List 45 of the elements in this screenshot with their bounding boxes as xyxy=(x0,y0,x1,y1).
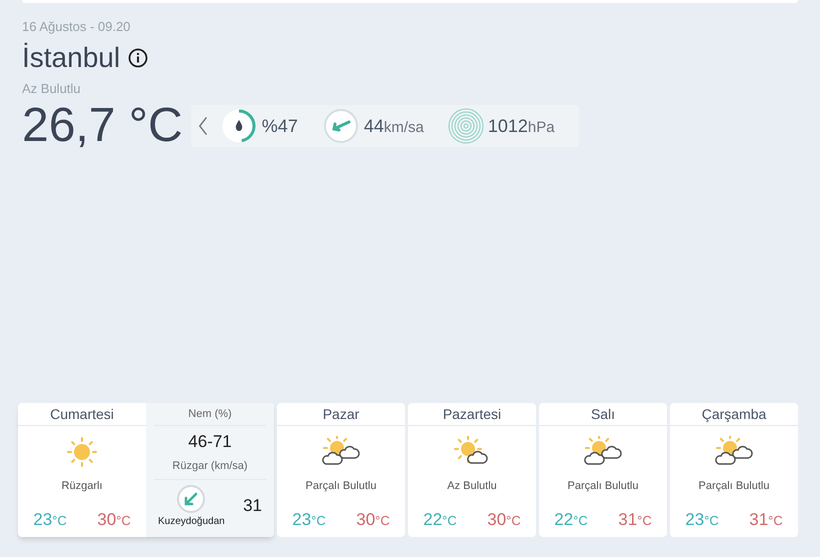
condition-text: Parçalı Bulutlu xyxy=(306,479,376,494)
date-time: 16 Ağustos - 09.20 xyxy=(22,18,132,36)
pressure-icon xyxy=(448,108,484,144)
wind-direction: Kuzeydoğudan xyxy=(158,514,225,528)
info-icon[interactable] xyxy=(128,48,148,68)
high-temperature: 30°C xyxy=(356,508,390,530)
condition-text: Parçalı Bulutlu xyxy=(568,479,638,494)
wind-speed: 31 xyxy=(243,495,262,518)
forecast-card[interactable]: Salı Parçalı Bulutlu 22°C 31°C xyxy=(539,403,667,537)
high-temperature: 31°C xyxy=(618,508,652,530)
wind-label: Rüzgar (km/sa) xyxy=(172,459,248,474)
sun-clouds-icon xyxy=(583,436,623,468)
humidity-label: Nem (%) xyxy=(188,407,232,422)
wind-direction-icon xyxy=(322,107,360,145)
day-name: Çarşamba xyxy=(670,403,798,426)
metric-value: 44km/sa xyxy=(364,114,424,138)
sun-clouds-icon xyxy=(714,436,754,468)
day-name: Pazartesi xyxy=(408,403,536,426)
condition-text: Parçalı Bulutlu xyxy=(698,479,770,494)
humidity-gauge-icon xyxy=(220,107,258,145)
city-name: İstanbul xyxy=(22,40,120,74)
day-name: Salı xyxy=(539,403,667,426)
metric-value: 1012hPa xyxy=(488,114,555,138)
forecast-card[interactable]: Çarşamba Parçalı Bulutlu 23°C 31°C xyxy=(670,403,798,537)
wind-direction-icon xyxy=(176,484,206,514)
low-temperature: 23°C xyxy=(33,508,67,530)
forecast-card[interactable]: Pazartesi Az Bulutlu 22°C 30°C xyxy=(408,403,536,537)
day-name: Pazar xyxy=(277,403,405,426)
low-temperature: 23°C xyxy=(292,508,326,530)
low-temperature: 23°C xyxy=(685,508,719,530)
condition-text: Az Bulutlu xyxy=(22,80,82,98)
high-temperature: 31°C xyxy=(749,508,783,530)
forecast-card[interactable]: Cumartesi Rüzgarlı 23°C 30°C Nem (%) 46-71 Rüzgar (km/sa) Kuzeydoğudan 31 xyxy=(18,403,274,537)
sun-clouds-icon xyxy=(321,436,361,468)
condition-text: Rüzgarlı xyxy=(62,479,102,494)
high-temperature: 30°C xyxy=(97,508,131,530)
low-temperature: 22°C xyxy=(554,508,588,530)
humidity-range: 46-71 xyxy=(188,431,232,453)
low-temperature: 22°C xyxy=(423,508,457,530)
condition-text: Az Bulutlu xyxy=(447,479,497,494)
forecast-card[interactable]: Pazar Parçalı Bulutlu 23°C 30°C xyxy=(277,403,405,537)
sun-icon xyxy=(65,435,99,469)
current-temperature: 26,7 °C xyxy=(22,98,183,154)
high-temperature: 30°C xyxy=(487,508,521,530)
metric-value: %47 xyxy=(262,114,298,138)
